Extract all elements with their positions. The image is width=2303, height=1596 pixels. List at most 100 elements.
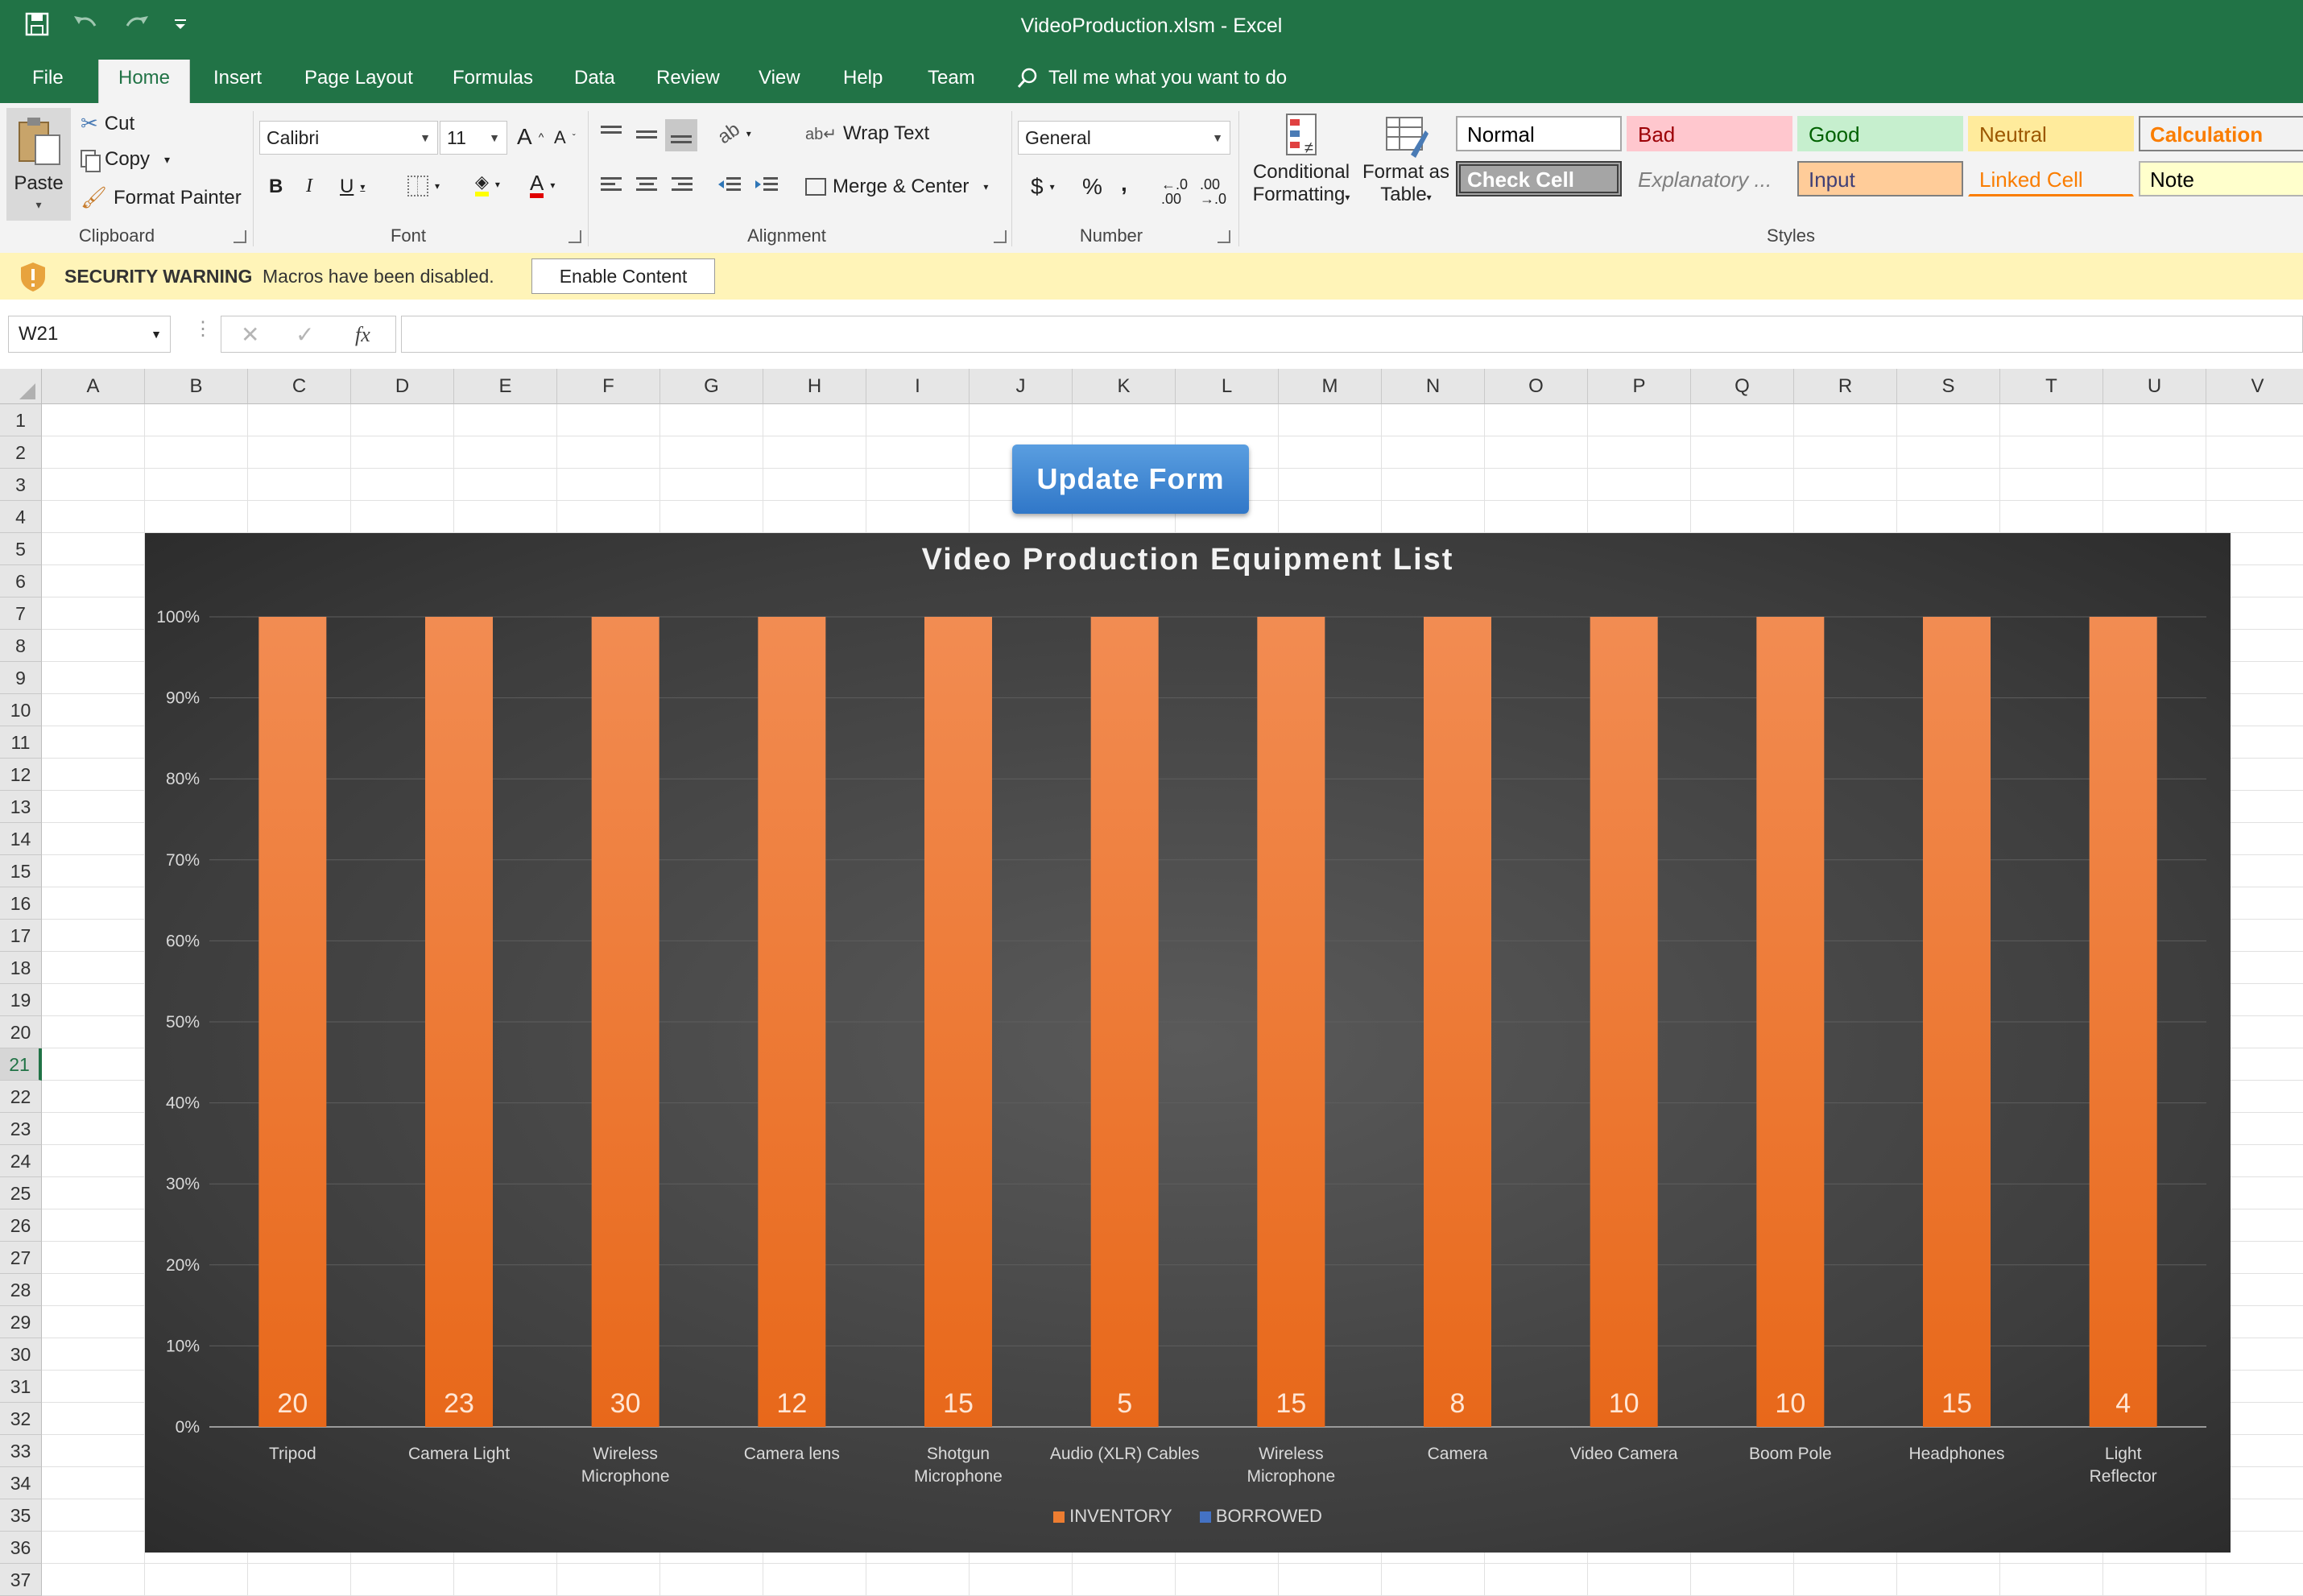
orientation-button[interactable]: ab ▾ bbox=[713, 118, 750, 148]
row-header-5[interactable]: 5 bbox=[0, 533, 42, 565]
update-form-button[interactable]: Update Form bbox=[1012, 444, 1249, 514]
row-header-32[interactable]: 32 bbox=[0, 1403, 42, 1435]
insert-function-icon[interactable]: fx bbox=[355, 323, 370, 347]
row-header-26[interactable]: 26 bbox=[0, 1209, 42, 1242]
decrease-indent-icon[interactable] bbox=[717, 176, 742, 196]
cell-style-neutral[interactable]: Neutral bbox=[1968, 116, 2134, 151]
row-header-34[interactable]: 34 bbox=[0, 1467, 42, 1499]
cell-style-normal[interactable]: Normal bbox=[1456, 116, 1622, 151]
row-header-6[interactable]: 6 bbox=[0, 565, 42, 597]
row-header-12[interactable]: 12 bbox=[0, 759, 42, 791]
tab-insert[interactable]: Insert bbox=[213, 60, 262, 103]
equipment-chart[interactable]: Video Production Equipment List 0% 10% 20%… bbox=[145, 533, 2231, 1553]
bold-button[interactable]: B bbox=[269, 176, 283, 198]
row-header-15[interactable]: 15 bbox=[0, 855, 42, 887]
currency-button[interactable]: $ ▾ bbox=[1031, 174, 1055, 200]
align-top-icon[interactable] bbox=[599, 124, 623, 145]
tab-file[interactable]: File bbox=[32, 60, 64, 103]
row-header-33[interactable]: 33 bbox=[0, 1435, 42, 1467]
row-header-24[interactable]: 24 bbox=[0, 1145, 42, 1177]
column-header-n[interactable]: N bbox=[1382, 369, 1485, 404]
row-header-28[interactable]: 28 bbox=[0, 1274, 42, 1306]
column-header-c[interactable]: C bbox=[248, 369, 351, 404]
borders-button[interactable]: ▾ bbox=[407, 176, 440, 196]
name-box[interactable]: W21 ▼ bbox=[8, 316, 171, 353]
tab-review[interactable]: Review bbox=[656, 60, 720, 103]
font-name-combo[interactable]: Calibri ▼ bbox=[259, 121, 438, 155]
format-painter-button[interactable]: 🖌 Format Painter bbox=[81, 185, 242, 210]
column-header-a[interactable]: A bbox=[42, 369, 145, 404]
underline-button[interactable]: U ▾ bbox=[340, 176, 365, 198]
italic-button[interactable]: I bbox=[306, 176, 312, 197]
row-header-19[interactable]: 19 bbox=[0, 984, 42, 1016]
row-header-21[interactable]: 21 bbox=[0, 1048, 42, 1081]
cell-style-calculation[interactable]: Calculation bbox=[2139, 116, 2303, 151]
row-header-3[interactable]: 3 bbox=[0, 469, 42, 501]
row-header-9[interactable]: 9 bbox=[0, 662, 42, 694]
fill-color-button[interactable]: ◈ ▾ bbox=[475, 172, 500, 196]
column-header-u[interactable]: U bbox=[2103, 369, 2206, 404]
row-header-8[interactable]: 8 bbox=[0, 630, 42, 662]
cell-style-check-cell[interactable]: Check Cell bbox=[1456, 161, 1622, 196]
tab-page-layout[interactable]: Page Layout bbox=[304, 60, 413, 103]
cell-style-note[interactable]: Note bbox=[2139, 161, 2303, 196]
row-header-27[interactable]: 27 bbox=[0, 1242, 42, 1274]
row-header-20[interactable]: 20 bbox=[0, 1016, 42, 1048]
column-header-e[interactable]: E bbox=[454, 369, 557, 404]
column-header-b[interactable]: B bbox=[145, 369, 248, 404]
column-header-q[interactable]: Q bbox=[1691, 369, 1794, 404]
tab-formulas[interactable]: Formulas bbox=[453, 60, 533, 103]
column-header-s[interactable]: S bbox=[1897, 369, 2000, 404]
tell-me-box[interactable]: Tell me what you want to do bbox=[1016, 60, 1287, 97]
paste-button[interactable]: Paste ▾ bbox=[6, 108, 71, 221]
row-header-22[interactable]: 22 bbox=[0, 1081, 42, 1113]
row-header-7[interactable]: 7 bbox=[0, 597, 42, 630]
column-header-v[interactable]: V bbox=[2206, 369, 2303, 404]
row-header-31[interactable]: 31 bbox=[0, 1371, 42, 1403]
row-header-4[interactable]: 4 bbox=[0, 501, 42, 533]
cut-button[interactable]: ✂ Cut bbox=[81, 111, 134, 136]
row-header-30[interactable]: 30 bbox=[0, 1338, 42, 1371]
row-header-35[interactable]: 35 bbox=[0, 1499, 42, 1532]
row-header-37[interactable]: 37 bbox=[0, 1564, 42, 1596]
column-header-t[interactable]: T bbox=[2000, 369, 2103, 404]
comma-button[interactable]: , bbox=[1121, 171, 1127, 196]
font-launcher-icon[interactable] bbox=[569, 230, 581, 243]
font-color-button[interactable]: A ▾ bbox=[530, 172, 555, 198]
row-header-13[interactable]: 13 bbox=[0, 791, 42, 823]
row-header-17[interactable]: 17 bbox=[0, 920, 42, 952]
cell-style-bad[interactable]: Bad bbox=[1627, 116, 1792, 151]
tab-view[interactable]: View bbox=[759, 60, 800, 103]
align-center-icon[interactable] bbox=[635, 176, 659, 196]
row-header-29[interactable]: 29 bbox=[0, 1306, 42, 1338]
decrease-font-icon[interactable]: Aˇ bbox=[554, 127, 576, 148]
row-header-11[interactable]: 11 bbox=[0, 726, 42, 759]
tab-help[interactable]: Help bbox=[843, 60, 883, 103]
column-header-l[interactable]: L bbox=[1176, 369, 1279, 404]
row-header-14[interactable]: 14 bbox=[0, 823, 42, 855]
formula-bar-grip-icon[interactable]: ⋮ bbox=[193, 317, 213, 341]
alignment-launcher-icon[interactable] bbox=[994, 230, 1007, 243]
merge-center-button[interactable]: Merge & Center ▾ bbox=[805, 176, 988, 198]
column-header-r[interactable]: R bbox=[1794, 369, 1897, 404]
number-format-combo[interactable]: General ▼ bbox=[1018, 121, 1230, 155]
row-header-23[interactable]: 23 bbox=[0, 1113, 42, 1145]
tab-home[interactable]: Home bbox=[98, 60, 190, 103]
column-header-p[interactable]: P bbox=[1588, 369, 1691, 404]
row-header-25[interactable]: 25 bbox=[0, 1177, 42, 1209]
row-header-1[interactable]: 1 bbox=[0, 404, 42, 436]
clipboard-launcher-icon[interactable] bbox=[234, 230, 246, 243]
copy-button[interactable]: Copy ▾ bbox=[81, 148, 170, 172]
column-header-o[interactable]: O bbox=[1485, 369, 1588, 404]
increase-font-icon[interactable]: A ^ bbox=[517, 124, 544, 150]
column-header-h[interactable]: H bbox=[763, 369, 866, 404]
align-middle-icon[interactable] bbox=[635, 124, 659, 145]
cell-style-explanatory[interactable]: Explanatory ... bbox=[1627, 161, 1792, 196]
row-header-10[interactable]: 10 bbox=[0, 694, 42, 726]
increase-indent-icon[interactable] bbox=[754, 176, 779, 196]
column-header-j[interactable]: J bbox=[970, 369, 1073, 404]
row-header-2[interactable]: 2 bbox=[0, 436, 42, 469]
conditional-formatting-button[interactable]: ≠ Conditional Formatting▾ bbox=[1247, 111, 1356, 224]
column-header-d[interactable]: D bbox=[351, 369, 454, 404]
row-header-16[interactable]: 16 bbox=[0, 887, 42, 920]
